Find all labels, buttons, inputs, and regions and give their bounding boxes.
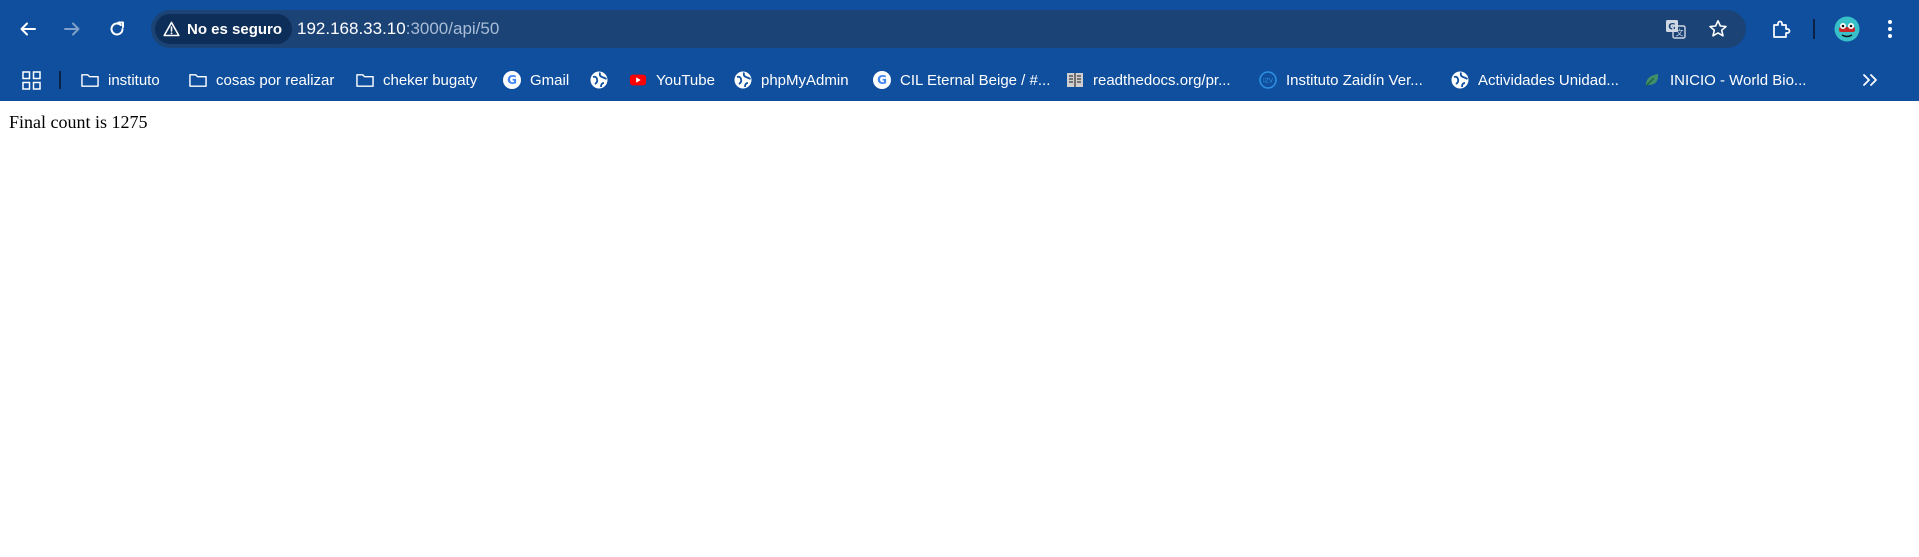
bookmark-readthedocs[interactable]: readthedocs.org/pr... (1066, 66, 1231, 94)
google-icon: G (503, 71, 521, 89)
reload-button[interactable] (99, 11, 135, 47)
globe-icon (1451, 71, 1469, 89)
leaf-icon (1643, 71, 1661, 89)
globe-icon (590, 71, 608, 89)
bookmark-gmail[interactable]: G Gmail (503, 66, 569, 94)
bookmark-label: Gmail (530, 71, 570, 89)
bookmark-label: CIL Eternal Beige / #... (900, 71, 1051, 89)
reload-icon (110, 21, 124, 36)
bookmark-cheker-bugaty[interactable]: cheker bugaty (356, 66, 477, 94)
security-chip-label: No es seguro (187, 20, 283, 38)
bookmark-globe[interactable] (590, 66, 617, 94)
bookmark-inicio-world-bio[interactable]: INICIO - World Bio... (1643, 66, 1806, 94)
bookmark-label: Actividades Unidad... (1478, 71, 1619, 89)
chevron-double-right-icon (1863, 74, 1877, 86)
warning-icon (163, 21, 180, 37)
bookmark-label: INICIO - World Bio... (1670, 71, 1807, 89)
bookmarks-divider (59, 71, 61, 89)
docs-icon (1066, 71, 1084, 89)
svg-text:G: G (507, 73, 517, 87)
url-text[interactable]: 192.168.33.10:3000/api/50 (297, 10, 499, 48)
bookmark-actividades-unidad[interactable]: Actividades Unidad... (1451, 66, 1619, 94)
apps-button[interactable] (22, 66, 41, 94)
puzzle-icon (1773, 20, 1791, 38)
browser-toolbar: No es seguro 192.168.33.10:3000/api/50 G… (0, 0, 1919, 58)
google-icon: G (873, 71, 891, 89)
arrow-right-icon (64, 22, 80, 36)
back-button[interactable] (10, 11, 46, 47)
toolbar-divider (1813, 19, 1815, 39)
bookmark-youtube[interactable]: YouTube (629, 66, 715, 94)
menu-button[interactable] (1875, 11, 1905, 47)
bookmark-label: cosas por realizar (216, 71, 335, 89)
extensions-button[interactable] (1763, 11, 1799, 47)
svg-text:G: G (877, 73, 887, 87)
svg-text:IZV: IZV (1263, 78, 1274, 85)
translate-icon: G 文 (1666, 20, 1686, 39)
folder-icon (356, 71, 374, 89)
url-path: :3000/api/50 (405, 19, 500, 38)
bookmark-label: instituto (108, 71, 160, 89)
arrow-left-icon (20, 22, 36, 36)
bookmark-label: Instituto Zaidín Ver... (1286, 71, 1423, 89)
youtube-icon (629, 71, 647, 89)
bookmark-cil-eternal-beige[interactable]: G CIL Eternal Beige / #... (873, 66, 1050, 94)
browser-frame: No es seguro 192.168.33.10:3000/api/50 G… (0, 0, 1919, 101)
bookmark-phpmyadmin[interactable]: phpMyAdmin (734, 66, 849, 94)
bookmark-label: cheker bugaty (383, 71, 478, 89)
bookmark-label: phpMyAdmin (761, 71, 849, 89)
url-host: 192.168.33.10 (297, 19, 406, 38)
folder-icon (81, 71, 99, 89)
more-vertical-icon (1888, 20, 1892, 38)
bookmark-cosas-por-realizar[interactable]: cosas por realizar (189, 66, 334, 94)
bookmark-label: readthedocs.org/pr... (1093, 71, 1231, 89)
bookmark-instituto-zaidin[interactable]: IZV Instituto Zaidín Ver... (1259, 66, 1423, 94)
security-chip[interactable]: No es seguro (155, 14, 293, 44)
bookmark-star-button[interactable] (1700, 11, 1736, 47)
page-content-text: Final count is 1275 (9, 112, 148, 132)
bookmark-label: YouTube (656, 71, 715, 89)
bookmarks-overflow-button[interactable] (1862, 66, 1878, 94)
profile-button[interactable] (1829, 11, 1865, 47)
bookmark-instituto[interactable]: instituto (81, 66, 160, 94)
star-icon (1709, 20, 1727, 37)
forward-button[interactable] (54, 11, 90, 47)
school-icon: IZV (1259, 71, 1277, 89)
avatar-icon (1834, 16, 1860, 42)
globe-icon (734, 71, 752, 89)
folder-icon (189, 71, 207, 89)
translate-button[interactable]: G 文 (1658, 11, 1694, 47)
apps-grid-icon (22, 70, 41, 90)
svg-text:文: 文 (1676, 28, 1684, 38)
bookmarks-bar: instituto cosas por realizar cheker buga… (0, 58, 1919, 101)
address-bar[interactable]: No es seguro 192.168.33.10:3000/api/50 G… (151, 10, 1746, 48)
